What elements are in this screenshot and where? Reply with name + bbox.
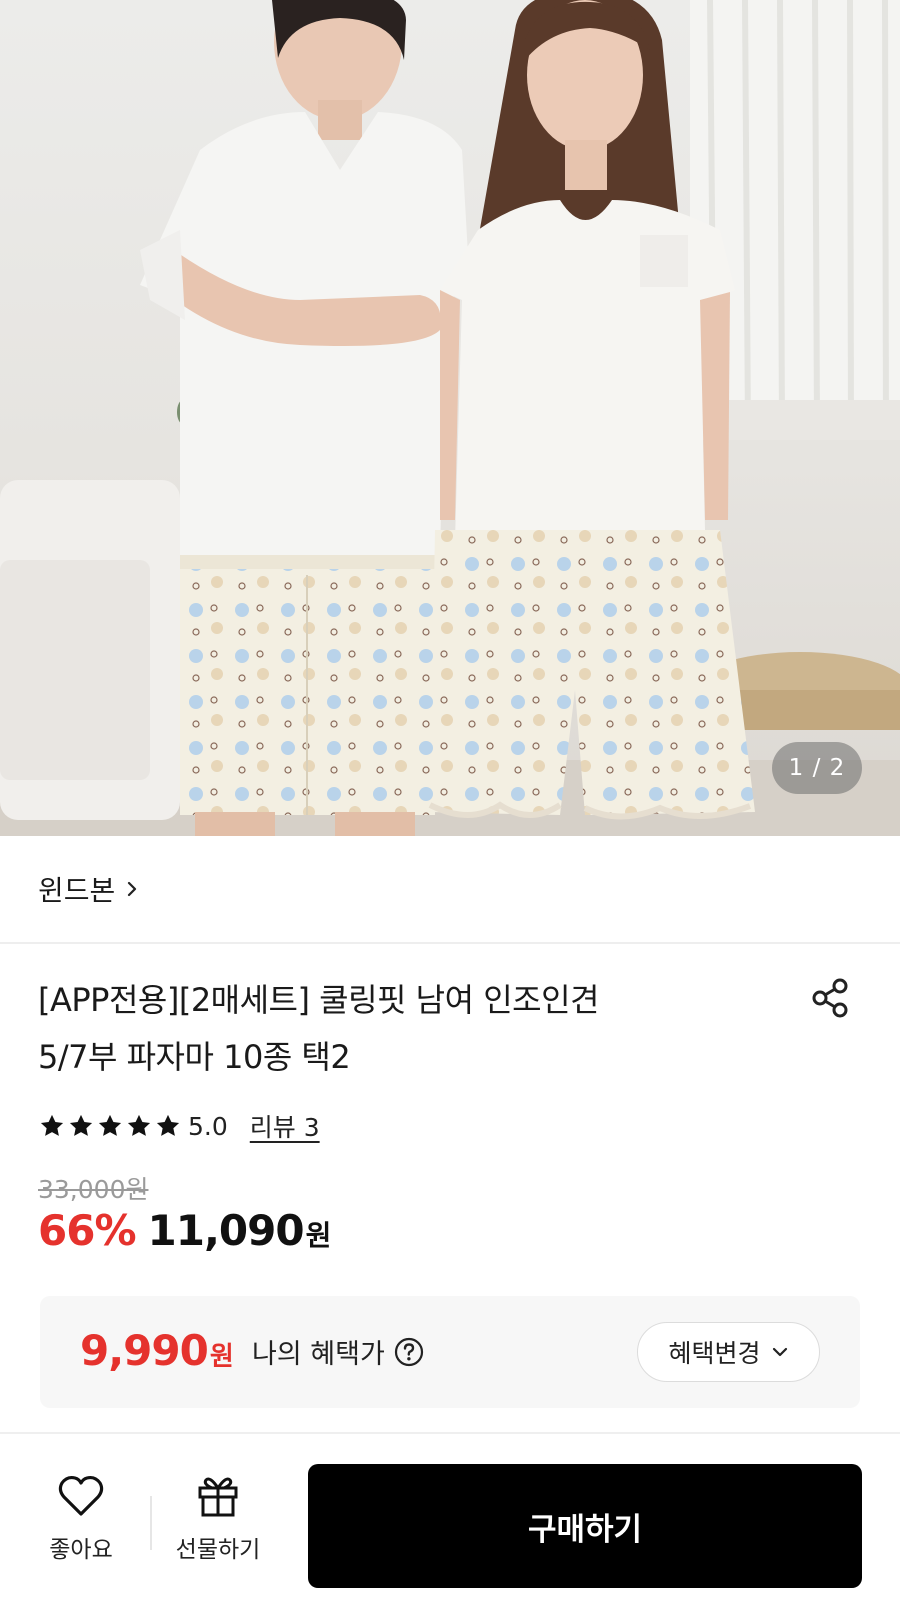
- rating-row: 5.0 리뷰 3: [38, 1106, 320, 1146]
- share-button[interactable]: [806, 974, 854, 1022]
- image-counter: 1 / 2: [772, 742, 862, 794]
- divider: [0, 942, 900, 944]
- divider: [150, 1496, 152, 1550]
- review-count-link[interactable]: 리뷰 3: [250, 1108, 320, 1144]
- price-row: 66% 11,090 원: [38, 1206, 331, 1264]
- star-icon: [69, 1114, 93, 1136]
- product-photo-illustration: [0, 0, 900, 836]
- product-title-line: [APP전용][2매세트] 쿨링핏 남여 인조인견: [38, 981, 599, 1019]
- chevron-down-icon: [772, 1347, 787, 1357]
- gift-label: 선물하기: [175, 1537, 261, 1563]
- star-icon: [40, 1114, 64, 1136]
- brand-name: 윈드본: [38, 874, 116, 907]
- product-title-line: 5/7부 파자마 10종 택2: [38, 1038, 351, 1076]
- gift-icon: [198, 1477, 238, 1517]
- like-label: 좋아요: [49, 1537, 113, 1563]
- brand-link[interactable]: 윈드본: [38, 866, 141, 912]
- discount-rate: 66%: [38, 1206, 137, 1255]
- rating-value: 5.0: [188, 1111, 228, 1141]
- benefit-price: 9,990 원: [80, 1326, 234, 1375]
- benefit-price-unit: 원: [209, 1342, 234, 1372]
- chevron-right-icon: [128, 881, 137, 897]
- buy-button[interactable]: 구매하기: [308, 1464, 862, 1588]
- benefit-price-value: 9,990: [80, 1326, 209, 1375]
- change-benefit-button[interactable]: 혜택변경: [637, 1322, 820, 1382]
- benefit-label-text: 나의 혜택가: [252, 1339, 385, 1370]
- star-icon: [156, 1114, 180, 1136]
- star-icon: [98, 1114, 122, 1136]
- product-image[interactable]: 1 / 2: [0, 0, 900, 836]
- sale-price-unit: 원: [305, 1219, 332, 1252]
- star-icon: [127, 1114, 151, 1136]
- original-price: 33,000원: [38, 1175, 149, 1204]
- bottom-action-bar: 좋아요 선물하기 구매하기: [0, 1434, 900, 1616]
- benefit-label: 나의 혜택가: [252, 1332, 425, 1371]
- share-icon: [812, 978, 848, 1018]
- product-title: [APP전용][2매세트] 쿨링핏 남여 인조인견 5/7부 파자마 10종 택…: [38, 972, 748, 1086]
- change-benefit-label: 혜택변경: [668, 1339, 761, 1368]
- sale-price: 11,090: [147, 1206, 305, 1255]
- benefit-price-box: 9,990 원 나의 혜택가 혜택변경: [40, 1296, 860, 1408]
- gift-button[interactable]: 선물하기: [158, 1470, 278, 1580]
- star-rating: [38, 1112, 182, 1140]
- heart-icon: [58, 1475, 104, 1516]
- question-circle-icon[interactable]: [393, 1336, 425, 1368]
- like-button[interactable]: 좋아요: [30, 1470, 132, 1580]
